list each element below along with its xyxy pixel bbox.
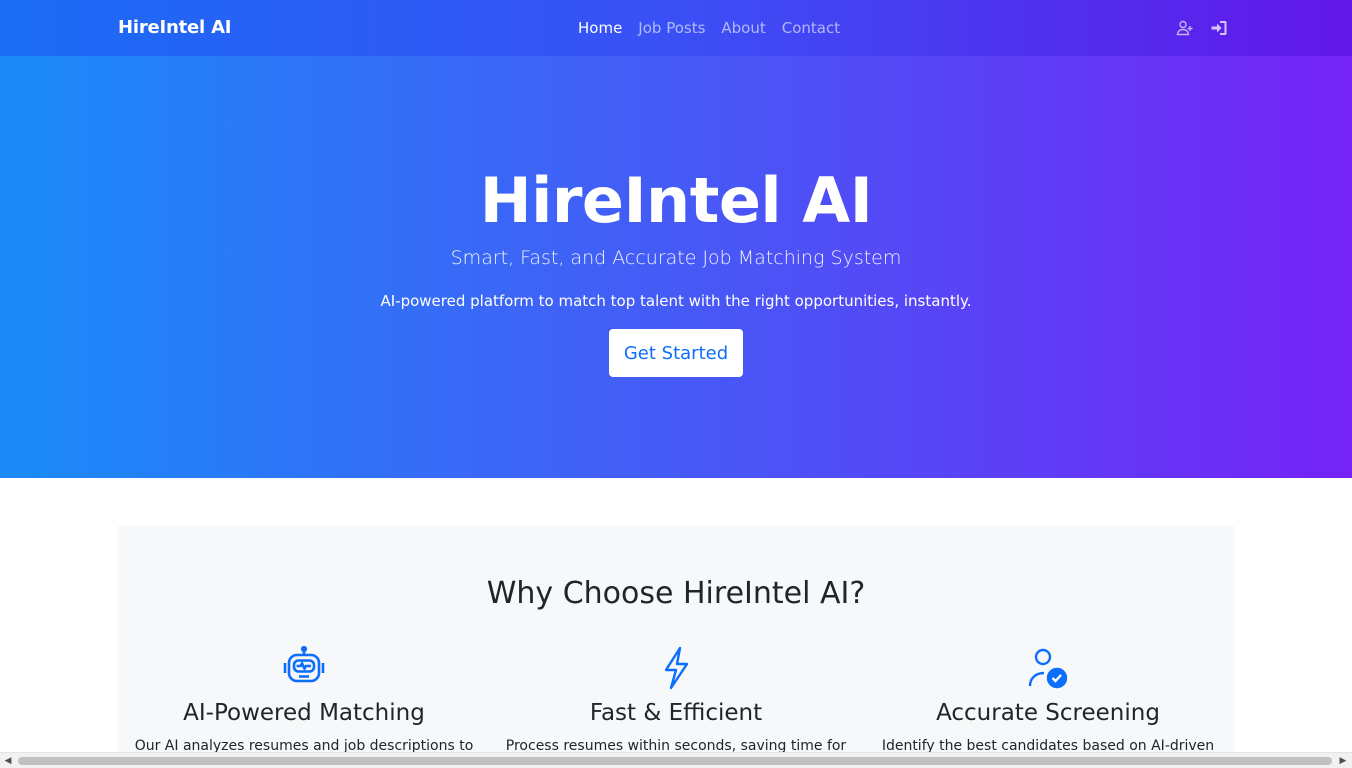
feature-fast-efficient: Fast & Efficient Process resumes within … (490, 646, 862, 754)
hero-section: HireIntel AI Smart, Fast, and Accurate J… (0, 56, 1352, 478)
feature-accurate-screening: Accurate Screening Identify the best can… (862, 646, 1234, 754)
nav-links: Home Job Posts About Contact (578, 19, 840, 37)
sign-in-icon[interactable] (1209, 18, 1229, 38)
nav-link-about[interactable]: About (721, 19, 765, 37)
feature-ai-matching: AI-Powered Matching Our AI analyzes resu… (118, 646, 490, 754)
hero-title: HireIntel AI (479, 164, 873, 237)
nav-link-home[interactable]: Home (578, 19, 622, 37)
features-title: Why Choose HireIntel AI? (486, 576, 866, 611)
feature-title: Fast & Efficient (589, 700, 763, 726)
brand-logo[interactable]: HireIntel AI (118, 17, 232, 38)
user-plus-icon[interactable] (1175, 18, 1195, 38)
feature-title: Accurate Screening (936, 700, 1160, 726)
scroll-right-icon[interactable]: ▶ (1338, 756, 1348, 766)
person-check-icon (1028, 648, 1068, 689)
scrollbar-thumb[interactable] (18, 757, 1332, 765)
feature-title: AI-Powered Matching (183, 700, 425, 726)
nav-link-contact[interactable]: Contact (782, 19, 840, 37)
scroll-left-icon[interactable]: ◀ (3, 756, 13, 766)
get-started-button[interactable]: Get Started (609, 329, 743, 377)
hero-subtitle: Smart, Fast, and Accurate Job Matching S… (450, 247, 902, 269)
robot-icon (283, 646, 325, 683)
features-section: Why Choose HireIntel AI? AI-Powered Matc… (118, 526, 1234, 768)
navbar: HireIntel AI Home Job Posts About Contac… (0, 0, 1352, 56)
hero-description: AI-powered platform to match top talent … (380, 292, 972, 310)
page: HireIntel AI Home Job Posts About Contac… (0, 0, 1352, 768)
nav-icons (1175, 18, 1229, 38)
lightning-icon (664, 646, 689, 690)
horizontal-scrollbar[interactable]: ◀ ▶ (0, 752, 1352, 768)
nav-link-job-posts[interactable]: Job Posts (638, 19, 705, 37)
